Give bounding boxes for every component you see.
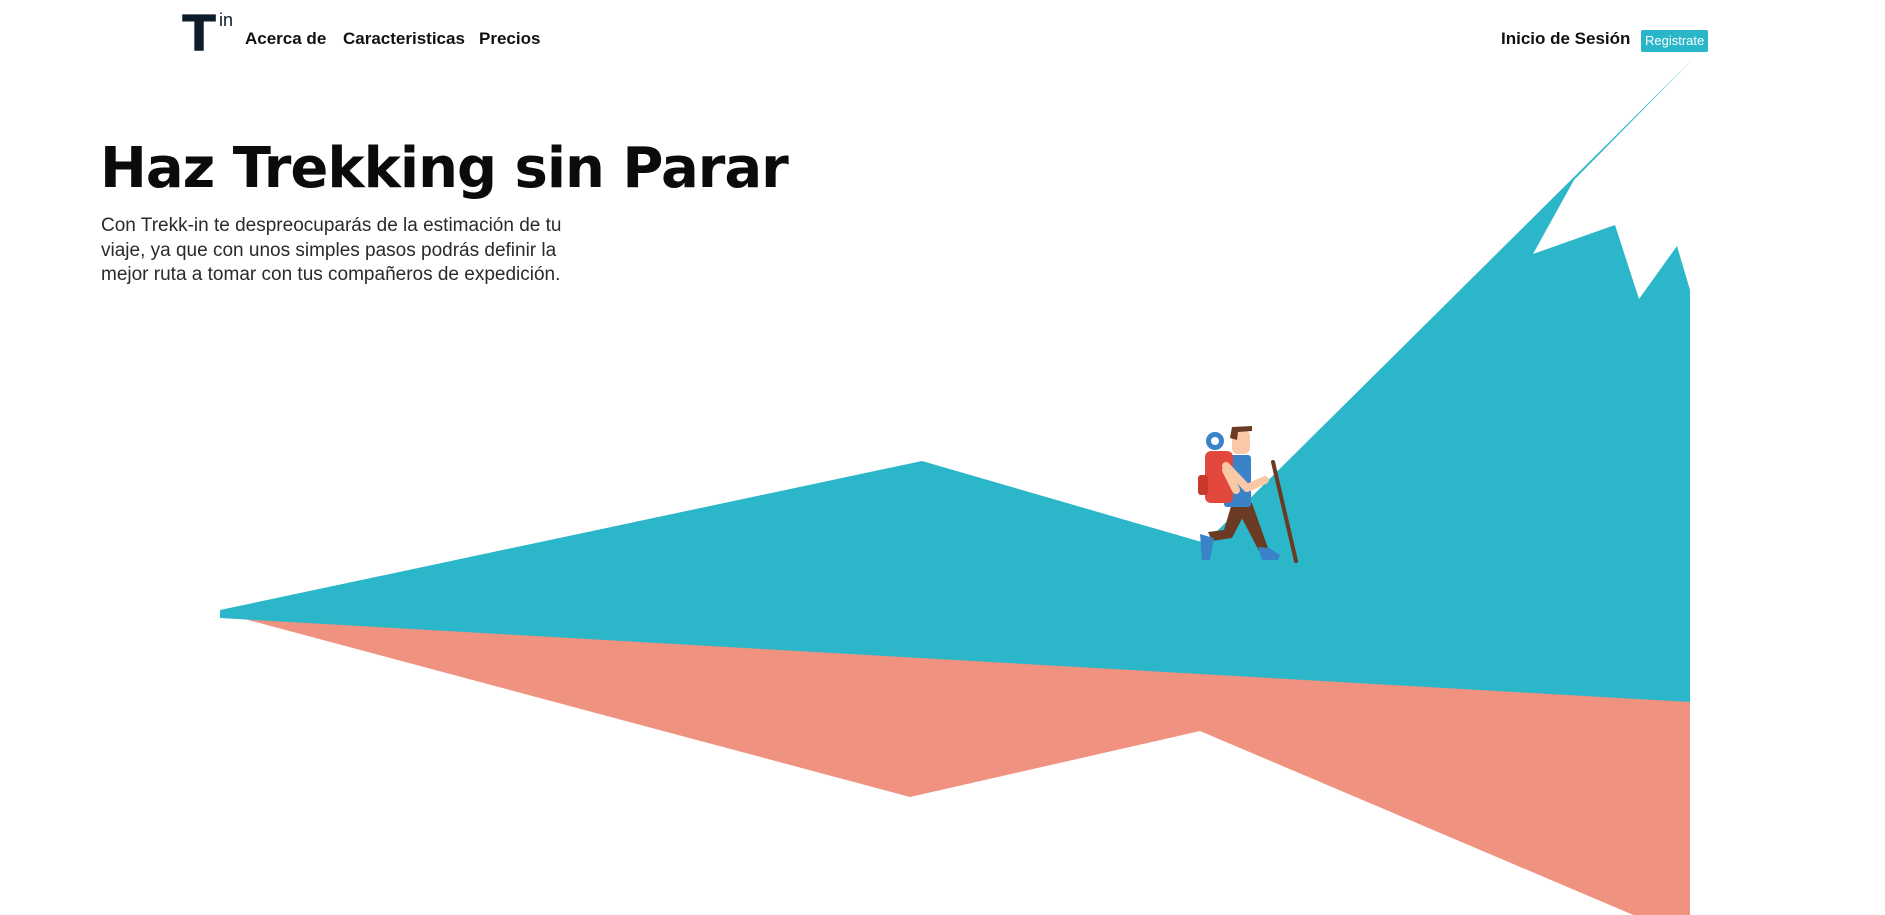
nav-link-caracteristicas[interactable]: Caracteristicas bbox=[343, 29, 465, 49]
nav-link-precios[interactable]: Precios bbox=[479, 29, 540, 49]
hero-description: Con Trekk-in te despreocuparás de la est… bbox=[101, 215, 562, 285]
snow-peak bbox=[1533, 62, 1690, 299]
nav-link-acerca[interactable]: Acerca de bbox=[245, 29, 326, 49]
logo-letter: T bbox=[182, 5, 217, 63]
ground-shape bbox=[222, 613, 1700, 915]
logo-suffix: in bbox=[219, 10, 234, 30]
register-button[interactable]: Registrate bbox=[1641, 30, 1709, 52]
hero-title: Haz Trekking sin Parar bbox=[100, 136, 789, 201]
landing-page: T in Acerca de Caracteristicas Precios I… bbox=[0, 0, 1885, 915]
login-link[interactable]: Inicio de Sesión bbox=[1501, 29, 1630, 49]
brand-logo[interactable]: T in bbox=[182, 6, 242, 62]
hiker-figure bbox=[1198, 426, 1298, 563]
